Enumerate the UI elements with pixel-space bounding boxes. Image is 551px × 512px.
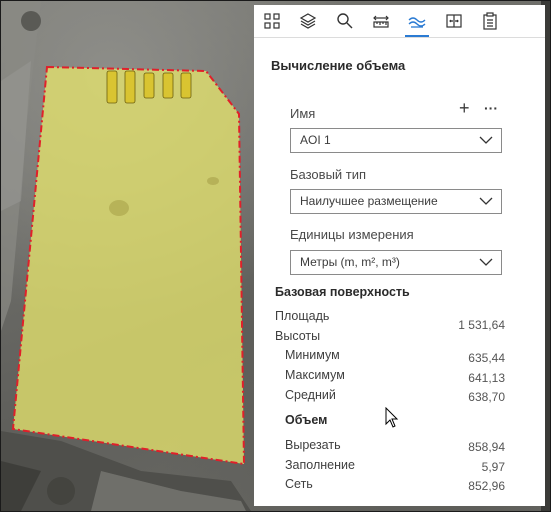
add-button[interactable]: + [459,98,470,119]
heights-label: Высоты [275,329,321,343]
volume-panel: Вычисление объема Имя + ··· AOI 1 Базовы… [254,38,545,506]
chevron-down-icon [479,136,493,144]
max-value: 641,13 [468,371,505,385]
compare-icon [446,14,462,28]
layers-icon [300,13,317,29]
volume-area-polygon[interactable] [11,65,246,466]
base-type-select-value: Наилучшее размещение [300,194,438,208]
avg-label: Средний [285,388,336,402]
base-surface-title: Базовая поверхность [275,285,410,299]
name-label: Имя [290,106,316,121]
select-tool-button[interactable] [254,5,290,37]
panel-title: Вычисление объема [271,58,406,73]
units-label: Единицы измерения [290,227,414,242]
compare-button[interactable] [435,5,471,37]
clipboard-button[interactable] [472,5,508,37]
app-window: Вычисление объема Имя + ··· AOI 1 Базовы… [0,0,551,512]
volume-measure-button[interactable] [399,5,435,37]
max-label: Максимум [285,368,345,382]
distance-measure-button[interactable] [363,5,399,37]
chevron-down-icon [479,258,493,266]
cut-value: 858,94 [468,440,505,454]
avg-value: 638,70 [468,390,505,404]
fill-value: 5,97 [481,460,505,474]
name-select[interactable]: AOI 1 [290,128,502,153]
area-value: 1 531,64 [458,318,505,332]
area-label: Площадь [275,309,330,323]
cut-label: Вырезать [285,438,341,452]
toolbar [254,5,545,38]
mouse-cursor-icon [385,407,399,428]
chevron-down-icon [479,197,493,205]
search-button[interactable] [327,5,363,37]
search-icon [337,13,353,29]
layers-button[interactable] [290,5,326,37]
units-select[interactable]: Метры (m, m², m³) [290,250,502,275]
volume-measure-icon [408,17,426,28]
distance-measure-icon [373,15,389,28]
more-options-button[interactable]: ··· [484,100,498,116]
base-type-label: Базовый тип [290,167,367,182]
net-value: 852,96 [468,479,505,493]
net-label: Сеть [285,477,313,491]
min-label: Минимум [285,348,340,362]
min-value: 635,44 [468,351,505,365]
volume-title: Объем [285,413,328,427]
base-type-select[interactable]: Наилучшее размещение [290,189,502,214]
name-select-value: AOI 1 [300,133,331,147]
clipboard-icon [483,12,497,30]
units-select-value: Метры (m, m², m³) [300,255,400,269]
select-tool-icon [264,13,280,29]
fill-label: Заполнение [285,458,355,472]
